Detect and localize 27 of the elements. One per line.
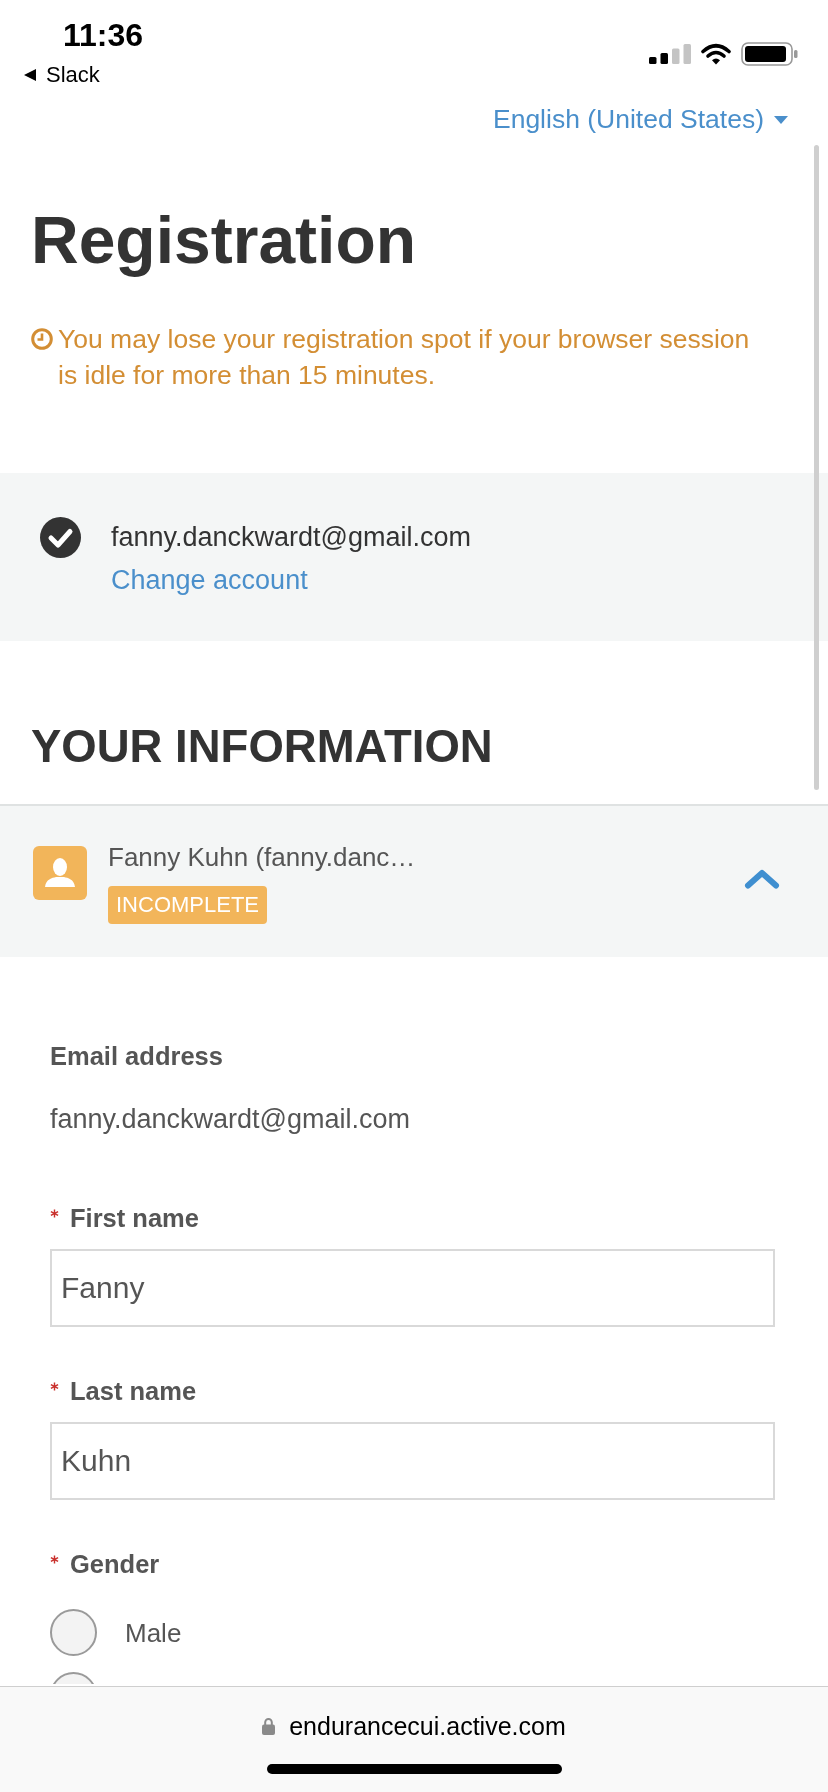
field-label: First name — [70, 1203, 199, 1233]
field-label: Gender — [70, 1549, 160, 1579]
status-badge: INCOMPLETE — [108, 886, 268, 924]
text-input[interactable]: Fanny — [50, 1249, 775, 1327]
battery-icon — [741, 42, 798, 66]
radio-button[interactable] — [50, 1609, 97, 1656]
back-icon — [24, 69, 36, 81]
chevron-icon — [744, 869, 780, 889]
wifi-icon — [701, 43, 731, 65]
clock-icon — [31, 328, 53, 350]
collapse-button[interactable] — [744, 869, 780, 889]
session-warning-text: You may lose your registration spot if your browser session is idle for more than 15 minutes. — [58, 323, 751, 392]
url-text[interactable]: endurancecui.active.com — [289, 1711, 566, 1741]
field-label: Last name — [70, 1376, 197, 1406]
participant-panel[interactable]: Fanny Kuhn (fanny.danc… INCOMPLETE — [0, 804, 828, 957]
field-label: Email address — [50, 1041, 223, 1071]
field-value: fanny.danckwardt@gmail.com — [50, 1104, 411, 1134]
signal-icon — [649, 44, 691, 64]
back-to-app-button[interactable]: Slack — [24, 62, 144, 88]
caret-icon — [774, 116, 788, 124]
text-input[interactable]: Kuhn — [50, 1422, 775, 1500]
radio-label[interactable]: Male — [125, 1617, 182, 1648]
section-title: YOUR INFORMATION — [31, 724, 494, 769]
status-time: 11:36 — [63, 16, 144, 54]
avatar-icon — [33, 846, 87, 900]
account-email: fanny.danckwardt@gmail.com — [111, 521, 472, 553]
participant-name: Fanny Kuhn (fanny.danc… — [108, 842, 416, 872]
